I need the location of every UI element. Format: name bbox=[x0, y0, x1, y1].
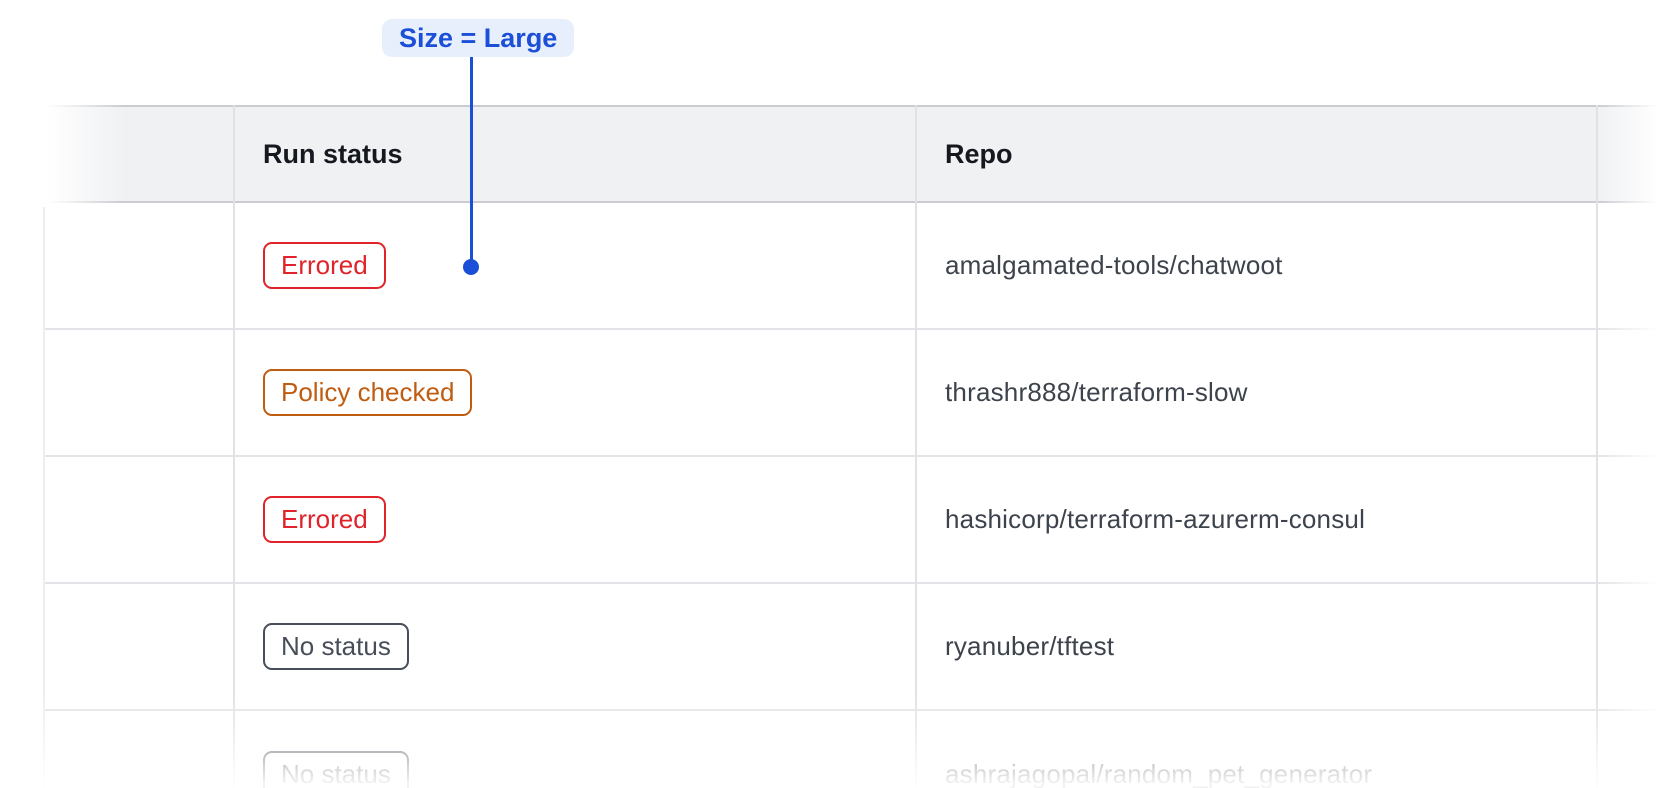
repo-name: amalgamated-tools/chatwoot bbox=[945, 250, 1283, 280]
repo-name: hashicorp/terraform-azurerm-consul bbox=[945, 504, 1365, 534]
run-status-badge: Errored bbox=[263, 496, 386, 543]
table-row[interactable]: Policy checked thrashr888/terraform-slow bbox=[43, 330, 1672, 457]
run-status-badge: Errored bbox=[263, 242, 386, 289]
annotation-connector-dot bbox=[463, 259, 479, 275]
left-edge-fade bbox=[40, 103, 125, 207]
run-status-badge: No status bbox=[263, 623, 409, 670]
annotation-connector-line bbox=[470, 57, 473, 260]
size-large-annotation: Size = Large bbox=[382, 19, 574, 57]
bottom-edge-fade bbox=[0, 693, 1672, 788]
column-divider bbox=[915, 105, 917, 788]
workspace-runs-table: Run status Repo Errored amalgamated-tool… bbox=[43, 105, 1672, 788]
column-header-run-status: Run status bbox=[233, 139, 917, 170]
table-row[interactable]: Errored hashicorp/terraform-azurerm-cons… bbox=[43, 457, 1672, 584]
table-row[interactable]: No status ryanuber/tftest bbox=[43, 584, 1672, 711]
table-row[interactable]: Errored amalgamated-tools/chatwoot bbox=[43, 203, 1672, 330]
repo-name: thrashr888/terraform-slow bbox=[945, 377, 1248, 407]
right-edge-fade bbox=[1597, 103, 1672, 788]
repo-name: ryanuber/tftest bbox=[945, 631, 1114, 661]
column-header-repo: Repo bbox=[917, 139, 1598, 170]
column-divider bbox=[233, 105, 235, 788]
page: Size = Large Run status Repo Errored ama… bbox=[0, 0, 1672, 788]
run-status-badge: Policy checked bbox=[263, 369, 472, 416]
table-header-row: Run status Repo bbox=[43, 105, 1672, 203]
